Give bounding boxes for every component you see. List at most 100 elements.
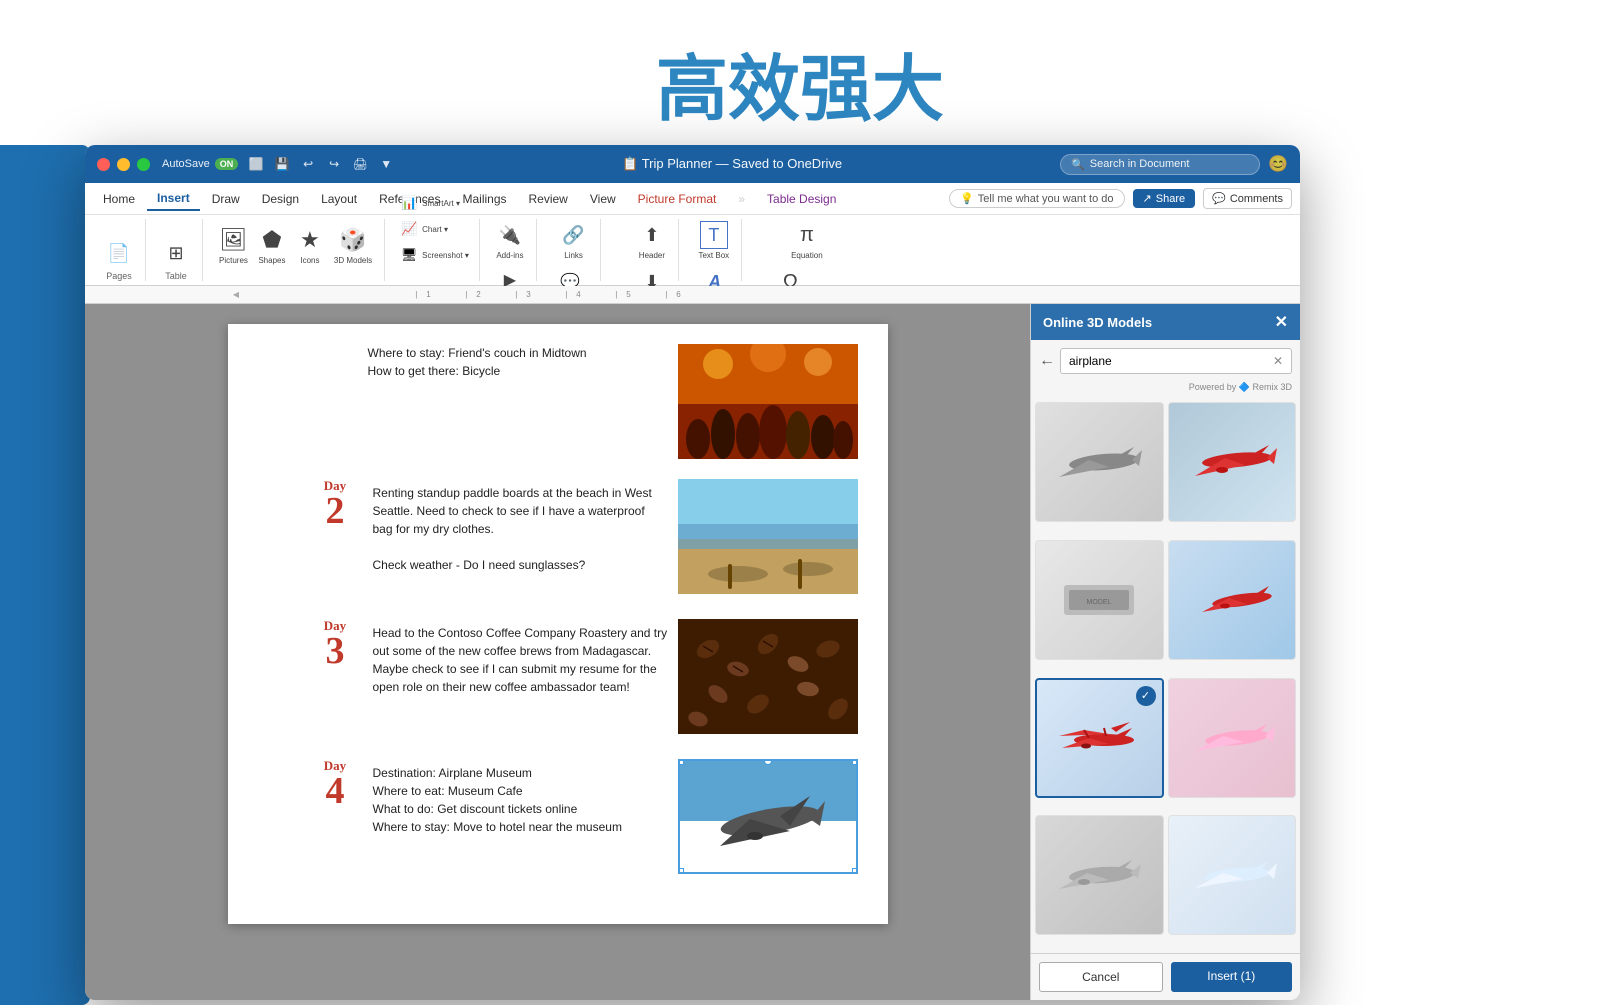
day3-content: Head to the Contoso Coffee Company Roast… [373, 619, 668, 696]
lightbulb-icon: 💡 [960, 192, 974, 205]
model-6-image [1169, 679, 1296, 797]
pages-button[interactable]: 📄 [101, 237, 137, 269]
model-card-6[interactable] [1168, 678, 1297, 798]
panel-search-row: ← airplane ✕ [1031, 340, 1300, 382]
day2-line1: Renting standup paddle boards at the bea… [373, 484, 668, 538]
ribbon-group-addins: 🔌 Add-ins ▶ Media [484, 219, 537, 281]
model-card-8[interactable] [1168, 815, 1297, 935]
header-label: Header [639, 251, 665, 260]
customize-icon[interactable]: ▼ [376, 154, 396, 174]
tab-review[interactable]: Review [519, 188, 578, 210]
document-area[interactable]: Where to stay: Friend's couch in Midtown… [85, 304, 1030, 1000]
comments-button[interactable]: 💬 Comments [1203, 188, 1292, 209]
panel-cancel-button[interactable]: Cancel [1039, 962, 1163, 992]
undo-icon[interactable]: ↩ [298, 154, 318, 174]
day2-section: Day 2 Renting standup paddle boards at t… [308, 479, 858, 594]
ribbon-group-media: 🖼 Pictures ⬟ Shapes ★ Icons [207, 219, 385, 281]
table-button[interactable]: ⊞ [158, 237, 194, 269]
minimize-button[interactable] [117, 158, 130, 171]
panel-insert-button[interactable]: Insert (1) [1171, 962, 1293, 992]
entry-top-line1: Where to stay: Friend's couch in Midtown [368, 344, 668, 362]
panel-search-clear-button[interactable]: ✕ [1273, 354, 1283, 368]
equation-button[interactable]: π Equation [787, 219, 827, 262]
day4-line2: Where to eat: Museum Cafe [373, 782, 668, 800]
tab-home[interactable]: Home [93, 188, 145, 210]
smiley-icon[interactable]: 😊 [1268, 154, 1288, 174]
shapes-button[interactable]: ⬟ Shapes [254, 224, 290, 267]
tell-me-text: Tell me what you want to do [978, 193, 1114, 205]
smartart-button[interactable]: 📊 SmartArt ▾ [397, 191, 471, 215]
save-icon[interactable]: 💾 [272, 154, 292, 174]
document-page: Where to stay: Friend's couch in Midtown… [228, 324, 888, 924]
panel-back-button[interactable]: ← [1039, 352, 1055, 370]
saved-status: — [716, 156, 733, 171]
model-card-3[interactable]: MODEL [1035, 540, 1164, 660]
beach-svg [678, 479, 858, 594]
textbox-button[interactable]: T Text Box [694, 219, 733, 262]
tab-view[interactable]: View [580, 188, 626, 210]
equation-label: Equation [791, 251, 823, 260]
icons-icon: ★ [296, 226, 324, 254]
panel-search-value: airplane [1069, 354, 1112, 368]
share-icon: ↗ [1143, 192, 1152, 205]
word-window: AutoSave ON ⬜ 💾 ↩ ↪ 🖨 ▼ 📋 Trip Planner —… [85, 145, 1300, 1000]
links-button[interactable]: 🔗 Links [556, 219, 592, 262]
autosave-area: AutoSave ON [162, 158, 238, 170]
tab-separator: » [728, 188, 755, 210]
tab-draw[interactable]: Draw [202, 188, 250, 210]
close-button[interactable] [97, 158, 110, 171]
tab-picture-format[interactable]: Picture Format [628, 188, 727, 210]
ribbon-group-links: 🔗 Links 💬 Comment [541, 219, 601, 281]
model-card-7[interactable] [1035, 815, 1164, 935]
chart-button[interactable]: 📈 Chart ▾ [397, 217, 471, 241]
maximize-button[interactable] [137, 158, 150, 171]
print-icon[interactable]: 🖨 [350, 154, 370, 174]
day3-line1: Head to the Contoso Coffee Company Roast… [373, 624, 668, 696]
title-bar: AutoSave ON ⬜ 💾 ↩ ↪ 🖨 ▼ 📋 Trip Planner —… [85, 145, 1300, 183]
search-box[interactable]: 🔍 Search in Document [1060, 154, 1260, 175]
ruler-mark-4: | 4 [548, 290, 598, 299]
share-button[interactable]: ↗ Share [1133, 189, 1196, 208]
concert-svg [678, 344, 858, 459]
entry-top: Where to stay: Friend's couch in Midtown… [308, 344, 858, 459]
equation-icon: π [793, 221, 821, 249]
pages-icon: 📄 [105, 239, 133, 267]
model2-svg [1187, 432, 1277, 492]
smartart-label: SmartArt ▾ [422, 199, 460, 208]
pages-icons: 📄 [101, 219, 137, 269]
model4-svg [1187, 570, 1277, 630]
doc-icon[interactable]: ⬜ [246, 154, 266, 174]
model-card-4[interactable] [1168, 540, 1297, 660]
day3-num: 3 [326, 632, 345, 670]
tab-layout[interactable]: Layout [311, 188, 367, 210]
tab-design[interactable]: Design [252, 188, 309, 210]
document-title-area: 📋 Trip Planner — Saved to OneDrive [404, 156, 1060, 172]
redo-icon[interactable]: ↪ [324, 154, 344, 174]
autosave-toggle[interactable]: ON [215, 158, 239, 170]
panel-search-input[interactable]: airplane ✕ [1060, 348, 1292, 374]
day4-content: Destination: Airplane Museum Where to ea… [373, 759, 668, 836]
ribbon-controls: 📄 Pages ⊞ Table 🖼 Pict [85, 215, 1300, 285]
addins-button[interactable]: 🔌 Add-ins [492, 219, 528, 262]
tab-insert[interactable]: Insert [147, 187, 200, 211]
model-1-image [1036, 403, 1163, 521]
3dmodels-button[interactable]: 🎲 3D Models [330, 224, 376, 267]
pictures-button[interactable]: 🖼 Pictures [215, 224, 252, 267]
header-button[interactable]: ⬆ Header [634, 219, 670, 262]
tell-me-box[interactable]: 💡 Tell me what you want to do [949, 189, 1124, 208]
tab-table-design[interactable]: Table Design [757, 188, 846, 210]
titlebar-icons: ⬜ 💾 ↩ ↪ 🖨 ▼ [246, 154, 396, 174]
icons-button[interactable]: ★ Icons [292, 224, 328, 267]
model-card-5[interactable]: ✓ [1035, 678, 1164, 798]
addins-icon: 🔌 [496, 221, 524, 249]
day2-content: Renting standup paddle boards at the bea… [373, 479, 668, 574]
panel-model-grid[interactable]: MODEL [1031, 398, 1300, 953]
model-card-1[interactable] [1035, 402, 1164, 522]
screenshot-button[interactable]: 🖥 Screenshot ▾ [397, 243, 471, 267]
panel-close-button[interactable]: ✕ [1275, 312, 1288, 332]
day4-line3: What to do: Get discount tickets online [373, 800, 668, 818]
textbox-icon: T [700, 221, 728, 249]
model7-svg [1054, 845, 1144, 905]
model-card-2[interactable] [1168, 402, 1297, 522]
screenshot-label: Screenshot ▾ [422, 251, 469, 260]
